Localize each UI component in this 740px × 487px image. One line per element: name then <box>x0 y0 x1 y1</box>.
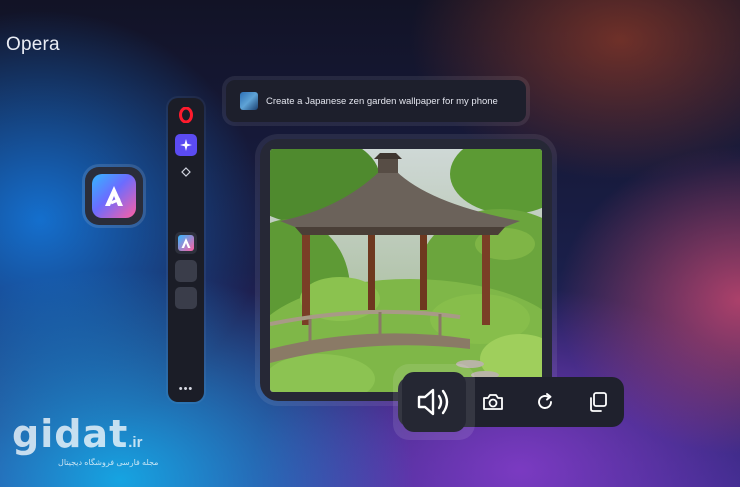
prompt-thumbnail-icon <box>240 92 258 110</box>
more-icon[interactable]: ••• <box>175 378 197 400</box>
empty-slot[interactable] <box>175 287 197 309</box>
aria-logo-icon <box>92 174 136 218</box>
ai-sparkle-icon[interactable] <box>175 134 197 156</box>
copy-button[interactable] <box>584 388 612 416</box>
watermark-tld: .ir <box>128 434 143 451</box>
prompt-text: Create a Japanese zen garden wallpaper f… <box>266 95 498 107</box>
brand-logo-text: Opera <box>6 34 60 55</box>
generated-image-card <box>260 139 552 401</box>
refresh-button[interactable] <box>531 388 559 416</box>
browser-sidebar: ••• <box>168 98 204 402</box>
camera-button[interactable] <box>479 388 507 416</box>
refresh-icon <box>538 393 552 409</box>
empty-slot[interactable] <box>175 260 197 282</box>
ai-prompt-bar[interactable]: Create a Japanese zen garden wallpaper f… <box>226 80 526 122</box>
aria-app-icon[interactable] <box>175 232 197 254</box>
speaker-icon <box>402 372 466 432</box>
watermark-name: gidat <box>12 412 129 456</box>
opera-logo-icon[interactable] <box>175 104 197 126</box>
copy-icon <box>590 392 607 412</box>
zen-garden-image <box>270 149 542 392</box>
aria-app-tile[interactable] <box>85 167 143 225</box>
camera-icon <box>483 394 503 410</box>
watermark-tagline: مجله فارسی فروشگاه دیجیتال <box>58 458 159 467</box>
speaker-button[interactable] <box>393 364 475 440</box>
watermark: gidat.ir مجله فارسی فروشگاه دیجیتال <box>12 412 158 467</box>
diamond-icon[interactable] <box>175 161 197 183</box>
